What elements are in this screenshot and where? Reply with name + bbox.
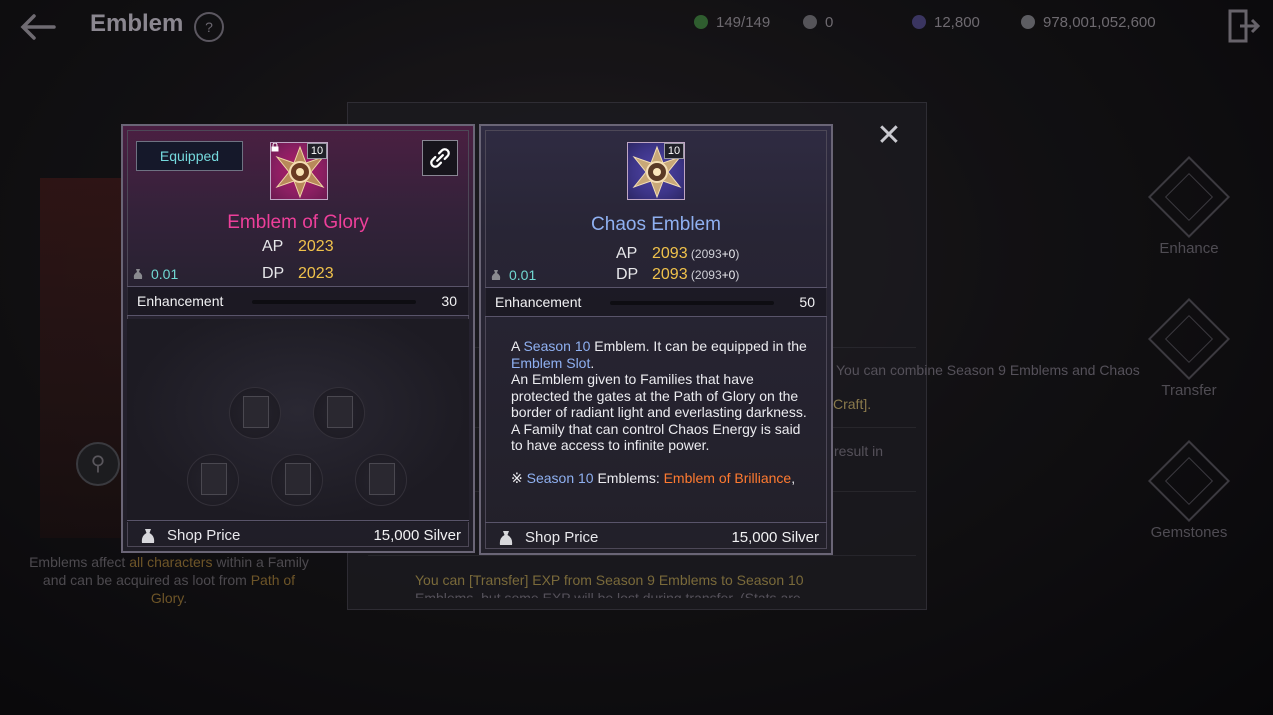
equipped-emblem-card: Equipped 10 Emblem of Glory AP 2023 DP 202…: [121, 124, 475, 553]
magnifier-icon[interactable]: ⚲: [76, 442, 120, 486]
shop-price-row: Shop Price 15,000 Silver: [127, 520, 469, 550]
stamina-resource: 149/149: [694, 14, 770, 31]
panel-text-5: Emblems, but some EXP will be lost durin…: [415, 590, 801, 598]
lock-icon: [201, 463, 227, 495]
equipped-badge: Equipped: [136, 141, 243, 171]
gem-slot[interactable]: [187, 454, 239, 506]
transfer-icon: [1147, 297, 1231, 381]
item-description: A Season 10 Emblem. It can be equipped i…: [511, 338, 807, 486]
gem-icon: [912, 15, 926, 29]
panel-text-4: You can [Transfer] EXP from Season 9 Emb…: [415, 572, 804, 588]
enhancement-row: Enhancement 30: [127, 286, 469, 316]
enhance-button[interactable]: Enhance: [1147, 155, 1231, 257]
gemstones-button[interactable]: Gemstones: [1147, 439, 1231, 541]
enhancement-bar: [252, 300, 416, 304]
link-icon[interactable]: [422, 140, 458, 176]
lock-icon: [369, 463, 395, 495]
shop-price-row: Shop Price 15,000 Silver: [485, 522, 827, 552]
dp-stat: DP 2023: [262, 265, 334, 282]
gemstone-slots: [127, 319, 469, 522]
lock-icon: [243, 396, 269, 428]
transfer-button[interactable]: Transfer: [1147, 297, 1231, 399]
close-icon[interactable]: ✕: [874, 121, 904, 152]
help-icon[interactable]: ?: [194, 12, 224, 42]
emblem-level: 10: [307, 143, 327, 159]
enhancement-bar: [610, 301, 774, 305]
compare-emblem-card: 10 Chaos Emblem AP 2093 (2093+0) DP 2093 (…: [479, 124, 833, 555]
emblem-of-glory-icon[interactable]: 10: [270, 142, 328, 200]
crystal-resource: 0: [803, 14, 833, 31]
weight: 0.01: [491, 267, 536, 283]
weight-icon: [133, 269, 143, 279]
gem-slot[interactable]: [313, 387, 365, 439]
item-name: Emblem of Glory: [227, 212, 369, 233]
panel-text-1: You can combine Season 9 Emblems and Cha…: [836, 362, 1140, 378]
ap-stat: AP 2093 (2093+0): [616, 245, 740, 262]
ap-stat: AP 2023: [262, 238, 334, 255]
header: Emblem ? 149/149 0 12,800 978,001,052,60…: [0, 0, 1273, 54]
gem-slot[interactable]: [229, 387, 281, 439]
money-bag-icon: [141, 529, 155, 543]
emblem-info-note: Emblems affect all characters within a F…: [29, 554, 309, 606]
enhance-icon: [1147, 155, 1231, 239]
weight-icon: [491, 270, 501, 280]
exit-icon[interactable]: [1226, 8, 1260, 44]
enhancement-row: Enhancement 50: [485, 287, 827, 317]
weight: 0.01: [133, 266, 178, 282]
item-name: Chaos Emblem: [591, 214, 721, 235]
silver-resource: 978,001,052,600: [1021, 14, 1156, 31]
panel-text-2: Craft].: [833, 396, 872, 412]
money-bag-icon: [499, 531, 513, 545]
page-title: Emblem: [90, 10, 184, 37]
gemstones-icon: [1147, 439, 1231, 523]
lock-icon: [285, 463, 311, 495]
silver-coin-icon: [1021, 15, 1035, 29]
gem-slot[interactable]: [355, 454, 407, 506]
stamina-icon: [694, 15, 708, 29]
dp-stat: DP 2093 (2093+0): [616, 266, 740, 283]
gem-resource: 12,800: [912, 14, 980, 31]
emblem-level: 10: [664, 143, 684, 159]
chaos-emblem-icon[interactable]: 10: [627, 142, 685, 200]
crystal-icon: [803, 15, 817, 29]
gem-slot[interactable]: [271, 454, 323, 506]
back-arrow-icon[interactable]: [18, 12, 58, 42]
lock-icon: [271, 143, 279, 152]
lock-icon: [327, 396, 353, 428]
panel-text-3: result in: [834, 443, 884, 459]
